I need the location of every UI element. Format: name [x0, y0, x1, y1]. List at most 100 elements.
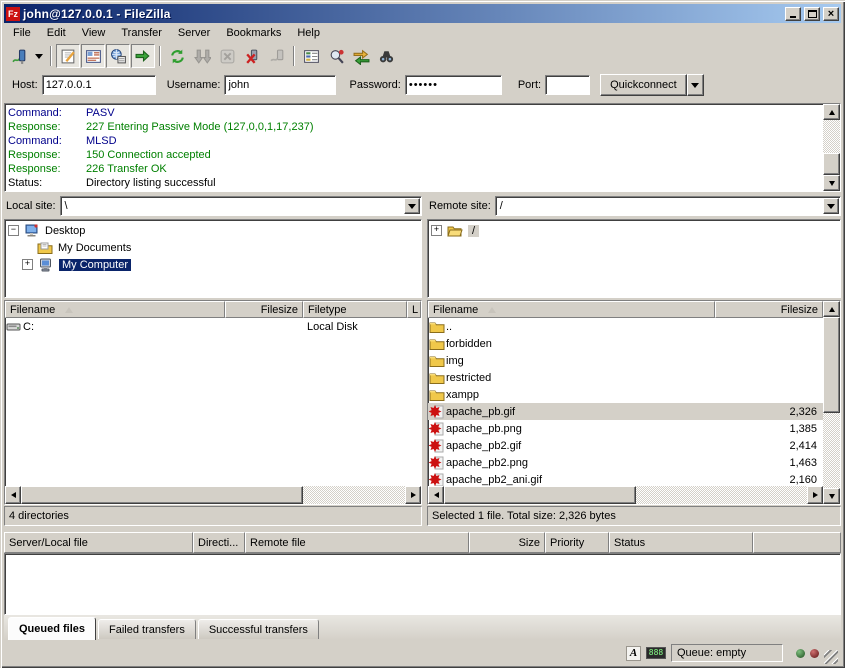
remote-file-row[interactable]: forbidden: [428, 335, 823, 352]
scroll-down-icon[interactable]: [823, 175, 840, 191]
column-header-remote-file[interactable]: Remote file: [245, 532, 469, 553]
tree-item-my-documents[interactable]: My Documents: [8, 239, 421, 256]
local-list-body[interactable]: C: Local Disk: [5, 318, 421, 486]
remote-file-row[interactable]: apache_pb2.png1,463: [428, 454, 823, 471]
remote-horizontal-scrollbar[interactable]: [428, 486, 823, 504]
tab-failed-transfers[interactable]: Failed transfers: [98, 619, 196, 639]
remote-file-row[interactable]: ..: [428, 318, 823, 335]
column-header-lastmodified[interactable]: L: [407, 301, 421, 318]
remote-file-row-selected[interactable]: apache_pb.gif2,326: [428, 403, 823, 420]
column-header-filename[interactable]: Filename: [428, 301, 715, 318]
open-folder-icon: [446, 223, 464, 239]
queue-body[interactable]: [4, 553, 841, 615]
remote-file-row[interactable]: apache_pb.png1,385: [428, 420, 823, 437]
column-header-status[interactable]: Status: [609, 532, 753, 553]
menu-bookmarks[interactable]: Bookmarks: [218, 25, 289, 41]
directory-listing-filters-icon[interactable]: [299, 44, 323, 68]
password-input[interactable]: [405, 75, 502, 95]
scroll-thumb[interactable]: [823, 153, 840, 175]
tree-item-my-computer[interactable]: + My Computer: [8, 256, 421, 273]
close-button[interactable]: ×: [823, 7, 839, 21]
port-input[interactable]: [545, 75, 590, 95]
desktop-icon: [23, 223, 41, 239]
tab-successful-transfers[interactable]: Successful transfers: [198, 619, 319, 639]
tree-item-root[interactable]: + /: [431, 222, 840, 239]
local-site-combobox[interactable]: \: [60, 196, 422, 216]
remote-file-row[interactable]: restricted: [428, 369, 823, 386]
column-header-size[interactable]: Size: [469, 532, 545, 553]
toggle-transfer-queue-icon[interactable]: [131, 44, 155, 68]
toggle-remote-tree-icon[interactable]: [106, 44, 130, 68]
scroll-thumb[interactable]: [823, 317, 840, 413]
chevron-down-icon[interactable]: [404, 198, 420, 214]
menu-view[interactable]: View: [74, 25, 114, 41]
toggle-local-tree-icon[interactable]: [81, 44, 105, 68]
remote-file-row[interactable]: xampp: [428, 386, 823, 403]
compare-directories-icon[interactable]: [324, 44, 348, 68]
remote-file-row[interactable]: apache_pb2_ani.gif2,160: [428, 471, 823, 486]
tree-item-desktop[interactable]: − Desktop: [8, 222, 421, 239]
toggle-message-log-icon[interactable]: [56, 44, 80, 68]
menu-edit[interactable]: Edit: [39, 25, 74, 41]
quickconnect-button[interactable]: Quickconnect: [600, 74, 687, 96]
remote-tree[interactable]: + /: [427, 219, 841, 298]
remote-file-row[interactable]: img: [428, 352, 823, 369]
expand-icon[interactable]: +: [22, 259, 33, 270]
local-horizontal-scrollbar[interactable]: [5, 486, 421, 504]
site-manager-icon[interactable]: [7, 44, 31, 68]
chevron-down-icon[interactable]: [823, 198, 839, 214]
remote-vertical-scrollbar[interactable]: [823, 301, 840, 504]
log-label: Status:: [8, 176, 86, 190]
scroll-right-icon[interactable]: [405, 486, 421, 504]
column-header-filesize[interactable]: Filesize: [225, 301, 303, 318]
menu-help[interactable]: Help: [289, 25, 328, 41]
local-site-row: Local site: \: [4, 195, 422, 217]
scroll-up-icon[interactable]: [823, 104, 840, 120]
username-input[interactable]: [224, 75, 336, 95]
collapse-icon[interactable]: −: [8, 225, 19, 236]
column-header-direction[interactable]: Directi...: [193, 532, 245, 553]
column-header-filename[interactable]: Filename: [5, 301, 225, 318]
quickconnect-dropdown-icon[interactable]: [687, 74, 704, 96]
file-name: C:: [23, 321, 34, 333]
scroll-thumb[interactable]: [444, 486, 636, 504]
scroll-left-icon[interactable]: [428, 486, 444, 504]
find-files-icon[interactable]: [374, 44, 398, 68]
speed-limit-icon: 888: [646, 647, 666, 659]
sort-ascending-icon: [488, 307, 496, 313]
disconnect-icon[interactable]: [240, 44, 264, 68]
column-header-filetype[interactable]: Filetype: [303, 301, 407, 318]
host-input[interactable]: [42, 75, 156, 95]
tab-queued-files[interactable]: Queued files: [8, 617, 96, 640]
scroll-down-icon[interactable]: [823, 488, 840, 504]
reconnect-icon[interactable]: [265, 44, 289, 68]
scroll-right-icon[interactable]: [807, 486, 823, 504]
expand-icon[interactable]: +: [431, 225, 442, 236]
log-scrollbar[interactable]: [823, 104, 840, 191]
file-name: restricted: [446, 372, 715, 384]
minimize-button[interactable]: [785, 7, 801, 21]
local-tree[interactable]: − Desktop My Documents + My Computer: [4, 219, 422, 298]
resize-grip[interactable]: [824, 650, 838, 664]
scroll-up-icon[interactable]: [823, 301, 840, 317]
refresh-icon[interactable]: [165, 44, 189, 68]
scroll-thumb[interactable]: [21, 486, 303, 504]
remote-site-combobox[interactable]: /: [495, 196, 841, 216]
remote-list-body[interactable]: .. forbidden img restricted xampp apache…: [428, 318, 823, 486]
maximize-button[interactable]: [804, 7, 820, 21]
cancel-icon[interactable]: [215, 44, 239, 68]
my-documents-icon: [36, 240, 54, 256]
process-queue-icon[interactable]: [190, 44, 214, 68]
column-header-server-local-file[interactable]: Server/Local file: [4, 532, 193, 553]
menu-server[interactable]: Server: [170, 25, 218, 41]
site-manager-dropdown-icon[interactable]: [32, 44, 46, 68]
menu-transfer[interactable]: Transfer: [113, 25, 170, 41]
synchronized-browsing-icon[interactable]: [349, 44, 373, 68]
column-header-filesize[interactable]: Filesize: [715, 301, 823, 318]
local-file-row[interactable]: C: Local Disk: [5, 318, 421, 335]
menu-file[interactable]: File: [5, 25, 39, 41]
log-label: Command:: [8, 134, 86, 148]
remote-file-row[interactable]: apache_pb2.gif2,414: [428, 437, 823, 454]
scroll-left-icon[interactable]: [5, 486, 21, 504]
column-header-priority[interactable]: Priority: [545, 532, 609, 553]
